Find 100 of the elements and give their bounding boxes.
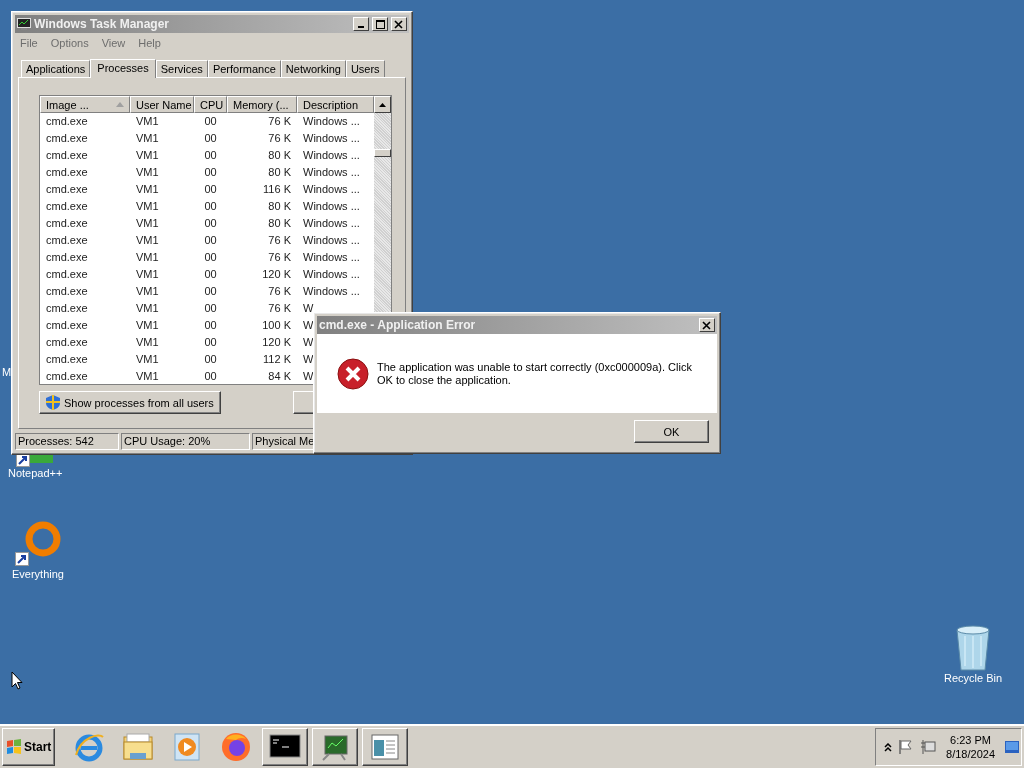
menu-item[interactable]: Help	[138, 37, 161, 49]
table-cell-text: Windows ...	[302, 233, 361, 248]
table-cell-text: Windows ...	[302, 131, 361, 146]
table-cell-text: VM1	[135, 318, 160, 333]
flag-icon[interactable]	[898, 739, 915, 755]
table-cell-text: W	[302, 369, 315, 384]
column-header[interactable]: User Name	[130, 96, 194, 113]
table-cell-text: Windows ...	[302, 199, 361, 214]
dialog-title: cmd.exe - Application Error	[319, 318, 477, 332]
table-cell-text: Windows ...	[302, 148, 361, 163]
table-cell-text: VM1	[135, 216, 160, 231]
ok-button[interactable]: OK	[634, 420, 709, 443]
table-cell-text: 76 K	[267, 114, 292, 129]
sort-arrow-icon	[116, 102, 124, 107]
table-cell-text: VM1	[135, 165, 160, 180]
table-cell-text: cmd.exe	[45, 216, 89, 231]
maximize-button[interactable]	[372, 17, 388, 31]
table-cell-text: cmd.exe	[45, 199, 89, 214]
table-cell-text: 80 K	[267, 216, 292, 231]
scrollbar-thumb[interactable]	[374, 149, 391, 157]
ring-icon	[14, 520, 62, 568]
fox-globe-icon[interactable]	[220, 731, 253, 763]
tab[interactable]: Processes	[90, 59, 156, 78]
table-cell-text: 00	[203, 148, 218, 163]
up-arrow-icon	[379, 102, 386, 107]
table-cell-text: Windows ...	[302, 165, 361, 180]
table-cell-text: cmd.exe	[45, 114, 89, 129]
close-button[interactable]	[391, 17, 407, 31]
clock-date[interactable]: 8/18/2024	[946, 747, 995, 761]
icon-label[interactable]: M	[2, 366, 12, 378]
table-cell-text: 76 K	[267, 284, 292, 299]
windows-logo-icon	[6, 739, 22, 755]
table-cell-text: 00	[203, 216, 218, 231]
table-cell-text: 00	[203, 233, 218, 248]
table-cell-text: 76 K	[267, 301, 292, 316]
table-cell-text: cmd.exe	[45, 131, 89, 146]
column-header[interactable]: Description	[297, 96, 374, 113]
table-cell-text: 00	[203, 165, 218, 180]
table-cell-text: VM1	[135, 335, 160, 350]
table-cell-text: 00	[203, 369, 218, 384]
table-cell-text: VM1	[135, 182, 160, 197]
taskbar-button[interactable]	[262, 728, 309, 766]
window-title: Windows Task Manager	[34, 17, 171, 31]
table-cell-text: 116 K	[262, 182, 292, 197]
table-cell-text: 00	[203, 284, 218, 299]
column-header[interactable]: Image ...	[40, 96, 130, 113]
column-header[interactable]: CPU	[194, 96, 227, 113]
table-cell-text: 00	[203, 114, 218, 129]
table-cell-text: VM1	[135, 131, 160, 146]
tab[interactable]: Performance	[207, 60, 281, 77]
table-cell-text: 00	[203, 250, 218, 265]
tab[interactable]: Users	[345, 60, 385, 77]
column-label: Description	[303, 98, 359, 111]
table-cell-text: cmd.exe	[45, 318, 89, 333]
table-cell-text: 00	[203, 267, 218, 282]
start-button[interactable]: Start	[2, 728, 56, 766]
close-button[interactable]	[699, 318, 715, 332]
window-icon	[369, 732, 402, 762]
table-cell-text: 80 K	[267, 199, 292, 214]
network-icon[interactable]	[920, 739, 937, 755]
table-cell-text: cmd.exe	[45, 301, 89, 316]
status-pane: CPU Usage: 20%	[121, 433, 250, 450]
icon-label[interactable]: Everything	[12, 568, 64, 580]
clock-time[interactable]: 6:23 PM	[950, 733, 991, 747]
table-cell-text: cmd.exe	[45, 250, 89, 265]
table-cell-text: 80 K	[267, 148, 292, 163]
tab[interactable]: Networking	[280, 60, 346, 77]
tab[interactable]: Applications	[21, 60, 91, 77]
taskbar-button[interactable]	[312, 728, 359, 766]
folder-icon[interactable]	[122, 731, 155, 763]
table-cell-text: 00	[203, 301, 218, 316]
table-cell-text: 00	[203, 131, 218, 146]
monitor-icon	[17, 18, 31, 30]
table-cell-text: VM1	[135, 284, 160, 299]
taskbar-button[interactable]	[362, 728, 409, 766]
table-cell-text: cmd.exe	[45, 165, 89, 180]
table-cell-text: Windows ...	[302, 114, 361, 129]
chevron-up-icon[interactable]	[884, 742, 893, 752]
column-label: Image ...	[46, 98, 89, 111]
table-cell-text: W	[302, 335, 315, 350]
column-header[interactable]: Memory (...	[227, 96, 297, 113]
show-all-users-button[interactable]: Show processes from all users	[39, 391, 221, 414]
table-cell-text: VM1	[135, 199, 160, 214]
icon-label[interactable]: Recycle Bin	[944, 672, 1003, 684]
menu-item[interactable]: View	[101, 37, 126, 49]
menu-item[interactable]: Options	[50, 37, 89, 49]
table-cell-text: 120 K	[261, 335, 292, 350]
shield-icon	[46, 395, 60, 410]
table-cell-text: 112 K	[262, 352, 292, 367]
error-icon	[337, 357, 369, 390]
tab[interactable]: Services	[155, 60, 208, 77]
icon-label[interactable]: Notepad++	[8, 467, 63, 479]
table-cell-text: 76 K	[267, 233, 292, 248]
minimize-icon	[358, 26, 364, 28]
table-cell-text: 120 K	[261, 267, 292, 282]
table-cell-text: VM1	[135, 301, 160, 316]
minimize-button[interactable]	[353, 17, 369, 31]
close-icon	[702, 320, 712, 330]
table-cell-text: 00	[203, 182, 218, 197]
table-cell-text: Windows ...	[302, 267, 361, 282]
